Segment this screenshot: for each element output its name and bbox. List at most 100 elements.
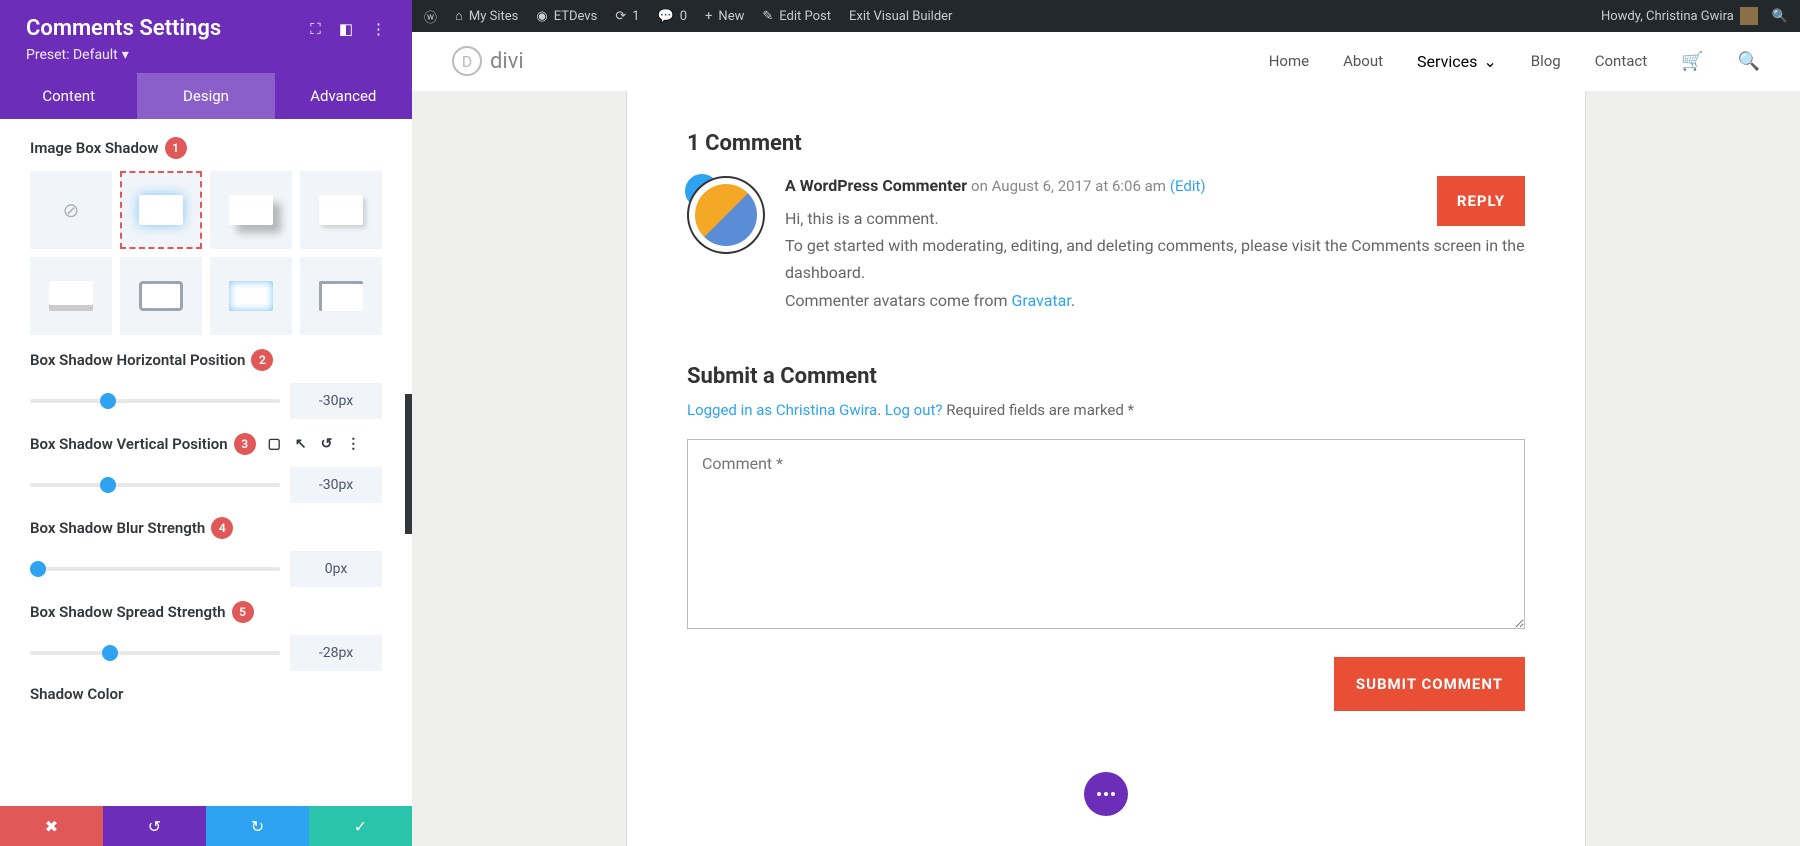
- tab-design[interactable]: Design: [137, 73, 274, 119]
- comment-textarea[interactable]: [687, 439, 1525, 629]
- pencil-icon: ✎: [762, 9, 773, 24]
- slider-horiz-pos[interactable]: [30, 399, 280, 403]
- design-panel: Image Box Shadow 1 ⊘ Box Shadow Horizont…: [0, 119, 412, 806]
- caret-down-icon: ▾: [122, 47, 129, 63]
- logged-in-link[interactable]: Logged in as Christina Gwira: [687, 401, 877, 419]
- reply-button[interactable]: REPLY: [1437, 176, 1525, 226]
- my-sites[interactable]: ⌂My Sites: [455, 8, 518, 24]
- value-horiz-pos[interactable]: -30px: [290, 383, 382, 419]
- wordpress-icon: ⓦ: [424, 7, 437, 26]
- comment-icon: 💬: [658, 9, 674, 24]
- label-blur: Box Shadow Blur Strength 4: [30, 517, 382, 539]
- refresh-icon: ⟳: [615, 9, 626, 24]
- badge-2: 2: [251, 349, 273, 371]
- nav-services[interactable]: Services⌄: [1417, 52, 1497, 71]
- label-spread: Box Shadow Spread Strength 5: [30, 601, 382, 623]
- logout-link[interactable]: Log out?: [885, 401, 943, 419]
- nav-blog[interactable]: Blog: [1531, 52, 1561, 70]
- more-icon[interactable]: ⋮: [371, 20, 386, 38]
- search-icon: 🔍: [1772, 9, 1788, 24]
- submit-section: Submit a Comment Logged in as Christina …: [687, 364, 1525, 633]
- search-icon[interactable]: 🔍: [1738, 51, 1760, 72]
- slider-blur[interactable]: [30, 567, 280, 571]
- updates[interactable]: ⟳1: [615, 9, 639, 24]
- comment-text: Hi, this is a comment. To get started wi…: [785, 205, 1525, 314]
- save-button[interactable]: ✓: [309, 806, 412, 846]
- slider-thumb[interactable]: [100, 393, 116, 409]
- howdy-user[interactable]: Howdy, Christina Gwira: [1601, 7, 1758, 25]
- tab-content[interactable]: Content: [0, 73, 137, 119]
- submit-heading: Submit a Comment: [687, 364, 1525, 389]
- panel-title: Comments Settings: [26, 16, 221, 41]
- badge-3: 3: [234, 433, 256, 455]
- slider-thumb[interactable]: [30, 561, 46, 577]
- value-spread[interactable]: -28px: [290, 635, 382, 671]
- tab-advanced[interactable]: Advanced: [275, 73, 412, 119]
- slider-spread[interactable]: [30, 651, 280, 655]
- tabs: Content Design Advanced: [0, 73, 412, 119]
- comment-item: A WordPress Commenter on August 6, 2017 …: [687, 176, 1525, 314]
- builder-fab[interactable]: [1084, 772, 1128, 816]
- comments-count[interactable]: 💬0: [658, 9, 688, 24]
- shadow-preset-2[interactable]: [210, 171, 292, 249]
- nav-about[interactable]: About: [1343, 52, 1383, 70]
- wp-logo[interactable]: ⓦ: [424, 7, 437, 26]
- shadow-none[interactable]: ⊘: [30, 171, 112, 249]
- plus-icon: +: [705, 9, 712, 24]
- expand-icon[interactable]: ⛶: [310, 20, 321, 38]
- page-content: 1 Comment A WordPress Commenter on Augus…: [412, 91, 1800, 846]
- comment-edit-link[interactable]: (Edit): [1170, 177, 1206, 195]
- search-toggle[interactable]: 🔍: [1772, 9, 1788, 24]
- comment-date: on August 6, 2017 at 6:06 am: [971, 177, 1166, 195]
- footer-actions: ✖ ↺ ↻ ✓: [0, 806, 412, 846]
- label-image-box-shadow: Image Box Shadow 1: [30, 137, 382, 159]
- main-nav: Home About Services⌄ Blog Contact 🛒 🔍: [1269, 51, 1760, 72]
- panel-layout-icon[interactable]: ◧: [339, 20, 353, 38]
- responsive-icon[interactable]: ▢: [268, 436, 281, 452]
- value-blur[interactable]: 0px: [290, 551, 382, 587]
- reset-icon[interactable]: ↺: [321, 436, 333, 452]
- badge-1: 1: [165, 137, 187, 159]
- site-header: D divi Home About Services⌄ Blog Contact…: [412, 32, 1800, 91]
- site-etdevs[interactable]: ◉ETDevs: [536, 9, 597, 24]
- main-area: ⓦ ⌂My Sites ◉ETDevs ⟳1 💬0 +New ✎Edit Pos…: [412, 0, 1800, 846]
- shadow-preset-7[interactable]: [300, 257, 382, 335]
- comments-heading: 1 Comment: [687, 131, 1525, 156]
- shadow-preset-5[interactable]: [120, 257, 202, 335]
- badge-5: 5: [232, 601, 254, 623]
- shadow-preset-6[interactable]: [210, 257, 292, 335]
- badge-4: 4: [211, 517, 233, 539]
- nav-home[interactable]: Home: [1269, 52, 1309, 70]
- wp-admin-bar: ⓦ ⌂My Sites ◉ETDevs ⟳1 💬0 +New ✎Edit Pos…: [412, 0, 1800, 32]
- hover-icon[interactable]: ↖: [295, 436, 307, 452]
- options-icon[interactable]: ⋮: [346, 436, 360, 452]
- value-vert-pos[interactable]: -30px: [290, 467, 382, 503]
- chevron-down-icon: ⌄: [1483, 52, 1496, 71]
- sidebar-header: Comments Settings Preset: Default ▾ ⛶ ◧ …: [0, 0, 412, 73]
- slider-thumb[interactable]: [102, 645, 118, 661]
- user-avatar-sm: [1740, 7, 1758, 25]
- undo-button[interactable]: ↺: [103, 806, 206, 846]
- new-menu[interactable]: +New: [705, 9, 744, 24]
- home-icon: ⌂: [455, 8, 463, 24]
- scrollbar-thumb[interactable]: [405, 394, 412, 534]
- dots-icon: [1097, 792, 1115, 796]
- slider-vert-pos[interactable]: [30, 483, 280, 487]
- label-shadow-color: Shadow Color: [30, 685, 382, 703]
- nav-contact[interactable]: Contact: [1595, 52, 1647, 70]
- site-logo[interactable]: D divi: [452, 46, 524, 76]
- redo-button[interactable]: ↻: [206, 806, 309, 846]
- gravatar-link[interactable]: Gravatar: [1011, 291, 1070, 310]
- shadow-preset-3[interactable]: [300, 171, 382, 249]
- cancel-button[interactable]: ✖: [0, 806, 103, 846]
- shadow-preset-1[interactable]: [120, 171, 202, 249]
- comment-author: A WordPress Commenter: [785, 176, 967, 195]
- cart-icon[interactable]: 🛒: [1681, 51, 1703, 72]
- preset-selector[interactable]: Preset: Default ▾: [26, 47, 221, 63]
- exit-builder[interactable]: Exit Visual Builder: [849, 9, 952, 24]
- submit-comment-button[interactable]: SUBMIT COMMENT: [1334, 657, 1525, 711]
- shadow-preset-4[interactable]: [30, 257, 112, 335]
- edit-post[interactable]: ✎Edit Post: [762, 9, 831, 24]
- slider-thumb[interactable]: [100, 477, 116, 493]
- logo-icon: D: [452, 46, 482, 76]
